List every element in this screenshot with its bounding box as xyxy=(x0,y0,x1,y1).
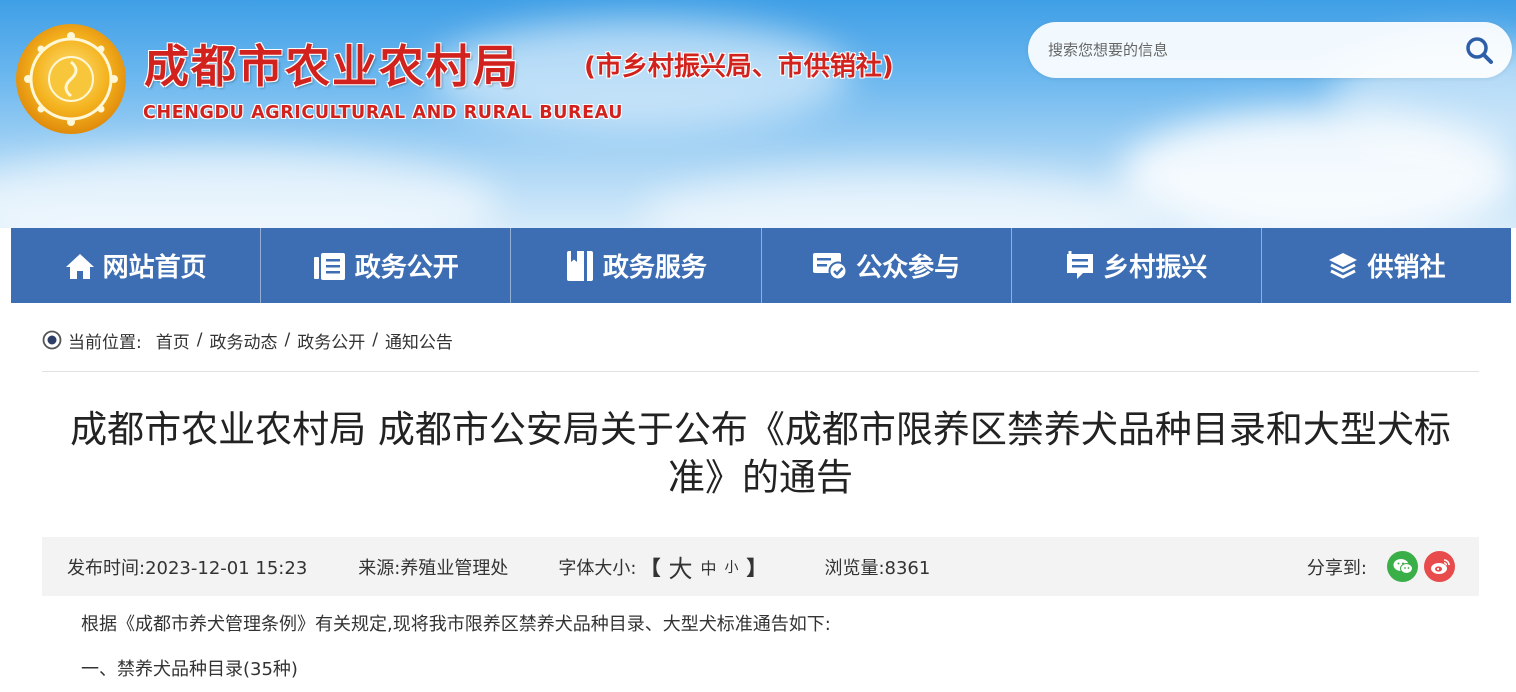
home-icon xyxy=(65,253,94,279)
main-nav: 网站首页 政务公开 政务服务 公众参与 乡村振兴 供销社 xyxy=(11,228,1511,303)
nav-item-home[interactable]: 网站首页 xyxy=(11,228,262,303)
article-paragraph: 一、禁养犬品种目录(35种) xyxy=(81,659,298,680)
location-dot-icon xyxy=(42,330,62,350)
article-meta-bar: 发布时间:2023-12-01 15:23 来源:养殖业管理处 字体大小: 【 … xyxy=(42,537,1479,596)
publish-time-value: 2023-12-01 15:23 xyxy=(145,557,308,579)
breadcrumb-separator: / xyxy=(284,330,291,350)
divider xyxy=(42,371,1479,372)
document-list-icon xyxy=(313,252,345,280)
search-icon[interactable] xyxy=(1464,35,1494,65)
share-label: 分享到: xyxy=(1306,557,1367,579)
bureau-logo[interactable] xyxy=(14,22,128,136)
font-size-medium-button[interactable]: 中 xyxy=(700,555,716,579)
nav-item-gov-services[interactable]: 政务服务 xyxy=(511,228,762,303)
site-title: 成都市农业农村局 xyxy=(144,40,521,93)
article-title-line: 准》的通告 xyxy=(668,456,853,499)
site-subtitle: (市乡村振兴局、市供销社) xyxy=(584,52,894,82)
font-size-control: 字体大小: 【 大 中 小 】 xyxy=(558,549,770,584)
publish-time-label: 发布时间: xyxy=(67,557,146,579)
bracket-close: 】 xyxy=(746,556,767,580)
nav-item-label: 公众参与 xyxy=(856,253,961,283)
cloud-decoration xyxy=(0,150,500,228)
breadcrumb-notices[interactable]: 通知公告 xyxy=(385,328,453,353)
view-count-label: 浏览量: xyxy=(824,557,885,579)
breadcrumb-separator: / xyxy=(372,330,378,350)
message-check-icon xyxy=(813,252,848,280)
nav-item-label: 乡村振兴 xyxy=(1103,253,1208,283)
search-box xyxy=(1028,22,1512,78)
article-title: 成都市农业农村局 成都市公安局关于公布《成都市限养区禁养犬品种目录和大型犬标 准… xyxy=(42,406,1479,502)
share-group: 分享到: xyxy=(1307,551,1455,582)
header-banner: 成都市农业农村局 (市乡村振兴局、市供销社) CHENGDU AGRICULTU… xyxy=(0,0,1516,228)
layers-icon xyxy=(1329,252,1358,279)
nav-item-label: 网站首页 xyxy=(102,253,207,283)
source-value: 养殖业管理处 xyxy=(400,557,509,579)
breadcrumb: 当前位置: 首页 / 政务动态 / 政务公开 / 通知公告 xyxy=(42,327,453,353)
nav-item-rural-revitalization[interactable]: 乡村振兴 xyxy=(1012,228,1262,303)
view-count: 浏览量:8361 xyxy=(824,554,930,580)
book-icon xyxy=(566,250,593,281)
nav-item-public-participation[interactable]: 公众参与 xyxy=(762,228,1012,303)
breadcrumb-gov-open[interactable]: 政务公开 xyxy=(297,328,365,353)
chat-notes-icon xyxy=(1067,250,1094,279)
nav-item-label: 供销社 xyxy=(1367,253,1446,283)
font-size-label: 字体大小: xyxy=(558,557,637,579)
nav-item-label: 政务公开 xyxy=(354,253,459,283)
breadcrumb-gov-news[interactable]: 政务动态 xyxy=(209,328,277,353)
source: 来源:养殖业管理处 xyxy=(358,554,508,580)
weibo-icon xyxy=(1430,559,1450,574)
source-label: 来源: xyxy=(358,557,401,579)
wechat-share-button[interactable] xyxy=(1387,551,1418,582)
article-title-line: 成都市农业农村局 成都市公安局关于公布《成都市限养区禁养犬品种目录和大型犬标 xyxy=(70,408,1451,451)
publish-time: 发布时间:2023-12-01 15:23 xyxy=(67,554,307,580)
nav-item-supply-coop[interactable]: 供销社 xyxy=(1262,228,1511,303)
search-input[interactable] xyxy=(1048,36,1428,64)
bracket-open: 【 xyxy=(640,556,661,580)
article-paragraph: 根据《成都市养犬管理条例》有关规定,现将我市限养区禁养犬品种目录、大型犬标准通告… xyxy=(81,614,831,635)
font-size-small-button[interactable]: 小 xyxy=(724,557,738,577)
font-size-large-button[interactable]: 大 xyxy=(668,549,692,584)
breadcrumb-home[interactable]: 首页 xyxy=(156,328,190,353)
nav-item-gov-affairs-open[interactable]: 政务公开 xyxy=(261,228,512,303)
view-count-value: 8361 xyxy=(884,557,931,579)
cloud-decoration xyxy=(640,170,1160,228)
breadcrumb-separator: / xyxy=(196,330,203,350)
weibo-share-button[interactable] xyxy=(1424,551,1455,582)
site-title-english: CHENGDU AGRICULTURAL AND RURAL BUREAU xyxy=(143,103,624,123)
nav-item-label: 政务服务 xyxy=(602,253,707,283)
wechat-icon xyxy=(1393,559,1413,574)
breadcrumb-label: 当前位置: xyxy=(68,332,142,353)
